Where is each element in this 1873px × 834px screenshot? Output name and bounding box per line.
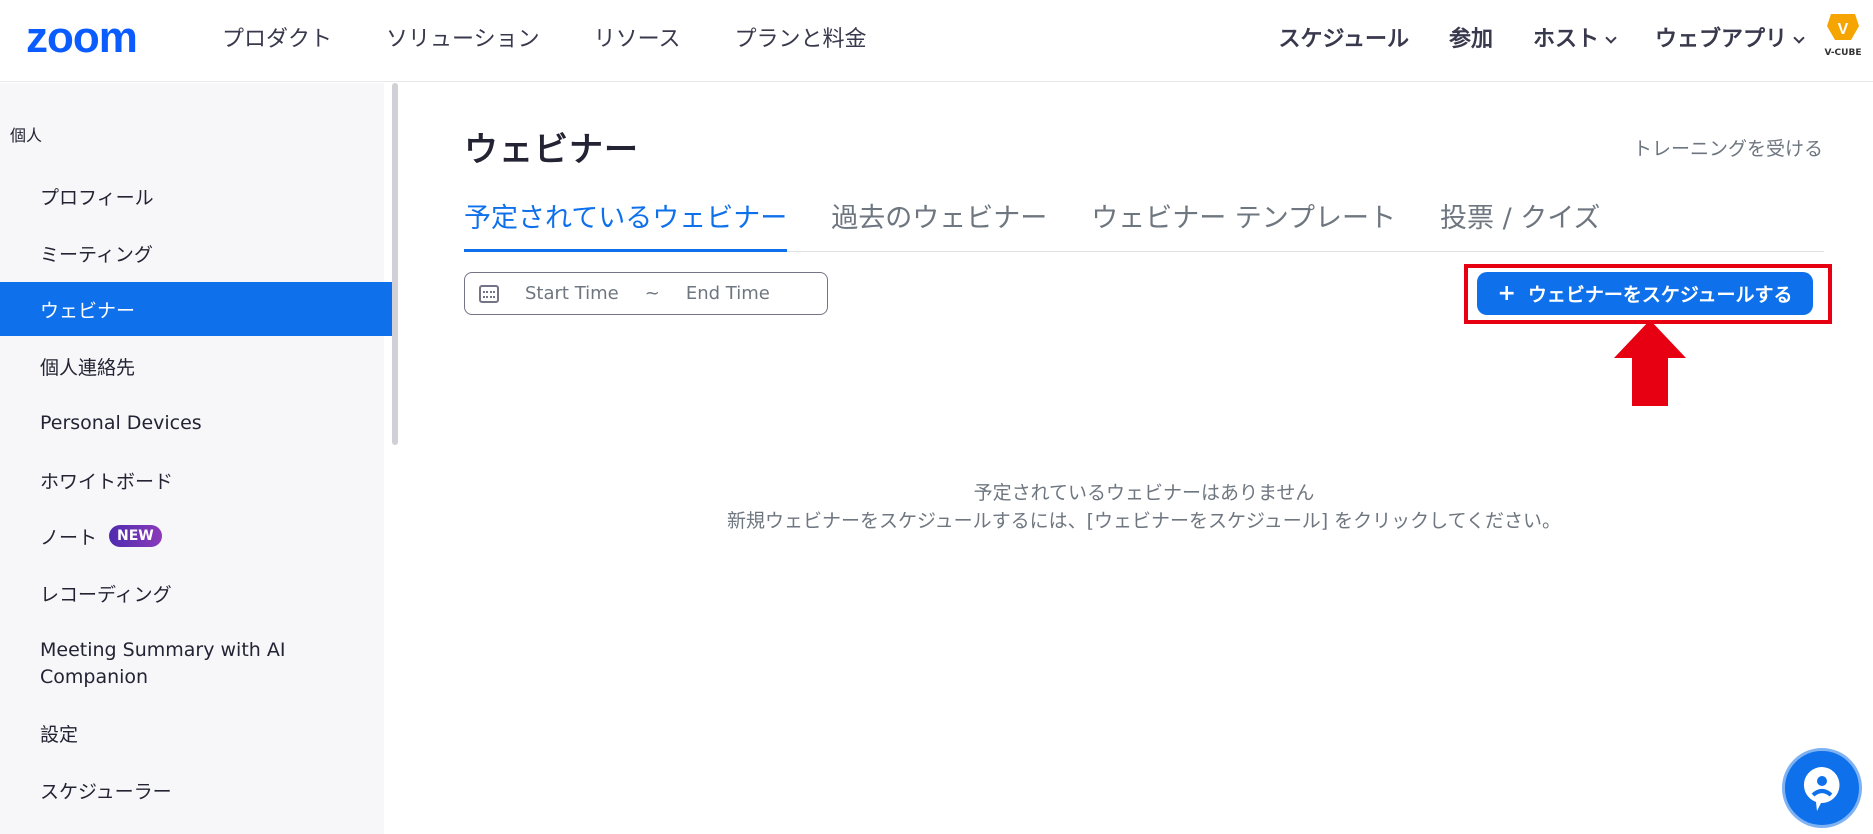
sidebar-item-scheduler[interactable]: スケジューラー — [0, 763, 392, 817]
empty-state-title: 予定されているウェビナーはありません — [973, 482, 1315, 504]
vcube-icon: V — [1827, 14, 1859, 40]
sidebar-item-label: プロフィール — [40, 186, 154, 209]
svg-text:V: V — [1838, 21, 1849, 38]
sidebar-item-meetings[interactable]: ミーティング — [0, 226, 392, 280]
tab-polls-quizzes[interactable]: 投票 / クイズ — [1440, 198, 1600, 252]
tab-templates[interactable]: ウェビナー テンプレート — [1091, 198, 1396, 252]
sidebar-item-ai-summary[interactable]: Meeting Summary with AI Companion — [0, 637, 330, 693]
partner-logo-text: V-CUBE — [1824, 48, 1862, 58]
nav-host-label: ホスト — [1532, 27, 1599, 52]
zoom-logo[interactable]: zoom — [26, 18, 174, 58]
top-header: zoom プロダクト ソリューション リソース プランと料金 スケジュール 参加… — [0, 0, 1873, 82]
sidebar-item-label: ホワイトボード — [40, 470, 174, 493]
training-link[interactable]: トレーニングを受ける — [1633, 134, 1823, 161]
schedule-webinar-button[interactable]: + ウェビナーをスケジュールする — [1477, 272, 1813, 315]
nav-solutions[interactable]: ソリューション — [386, 22, 540, 58]
page-title: ウェビナー — [464, 130, 639, 170]
partner-logo[interactable]: V V-CUBE — [1821, 12, 1865, 58]
calendar-icon — [479, 284, 499, 303]
sidebar-item-recordings[interactable]: レコーディング — [0, 566, 392, 620]
sidebar-item-label: Meeting Summary with AI Companion — [40, 639, 286, 688]
schedule-webinar-label: ウェビナーをスケジュールする — [1527, 284, 1793, 306]
date-range-picker[interactable]: Start Time ~ End Time — [464, 272, 828, 315]
chevron-down-icon — [1793, 32, 1805, 44]
nav-webapp-label: ウェブアプリ — [1654, 27, 1787, 52]
nav-webapp[interactable]: ウェブアプリ — [1654, 22, 1805, 58]
sidebar-item-profile[interactable]: プロフィール — [0, 169, 392, 223]
chevron-down-icon — [1605, 32, 1617, 44]
nav-join[interactable]: 参加 — [1449, 22, 1493, 58]
sidebar-item-label: ミーティング — [40, 243, 153, 266]
nav-resources[interactable]: リソース — [594, 22, 681, 58]
sidebar-item-label: スケジューラー — [40, 780, 172, 803]
logo-text: zoom — [26, 18, 137, 58]
nav-plans-pricing[interactable]: プランと料金 — [734, 22, 866, 58]
date-range-separator: ~ — [644, 283, 660, 304]
sidebar-item-notes[interactable]: ノート NEW — [0, 509, 392, 563]
sidebar-item-label: 設定 — [40, 723, 79, 746]
sidebar-item-label: レコーディング — [40, 583, 172, 606]
sidebar-item-whiteboards[interactable]: ホワイトボード — [0, 453, 392, 507]
nav-host[interactable]: ホスト — [1532, 22, 1617, 58]
main-nav: プロダクト ソリューション リソース プランと料金 — [222, 22, 921, 58]
sidebar-item-label: ノート — [40, 526, 98, 549]
chat-bubble-icon — [1803, 766, 1840, 811]
new-badge: NEW — [109, 525, 162, 547]
tab-upcoming[interactable]: 予定されているウェビナー — [464, 198, 788, 252]
sidebar-item-personal-devices[interactable]: Personal Devices — [0, 396, 392, 450]
nav-products[interactable]: プロダクト — [222, 22, 332, 58]
header-actions: スケジュール 参加 ホスト ウェブアプリ — [1238, 22, 1805, 58]
tab-previous[interactable]: 過去のウェビナー — [831, 198, 1047, 252]
webinar-tabs: 予定されているウェビナー 過去のウェビナー ウェビナー テンプレート 投票 / … — [464, 198, 1824, 252]
sidebar-item-label: 個人連絡先 — [40, 356, 136, 379]
empty-state-description: 新規ウェビナーをスケジュールするには、[ウェビナーをスケジュール] をクリックし… — [726, 510, 1562, 532]
sidebar-item-settings[interactable]: 設定 — [0, 706, 392, 760]
sidebar-item-label: ウェビナー — [40, 299, 136, 322]
end-time-input[interactable]: End Time — [686, 283, 770, 304]
sidebar-item-contacts[interactable]: 個人連絡先 — [0, 339, 392, 393]
nav-schedule[interactable]: スケジュール — [1278, 22, 1408, 58]
sidebar-section-title: 個人 — [10, 126, 43, 145]
chat-support-button[interactable] — [1782, 748, 1862, 828]
start-time-input[interactable]: Start Time — [525, 283, 619, 304]
sidebar-scrollbar[interactable] — [392, 83, 398, 445]
plus-icon: + — [1497, 281, 1516, 306]
sidebar-item-label: Personal Devices — [40, 412, 202, 434]
annotation-arrow-up-icon — [1614, 320, 1686, 406]
sidebar-item-webinars[interactable]: ウェビナー — [0, 282, 392, 336]
